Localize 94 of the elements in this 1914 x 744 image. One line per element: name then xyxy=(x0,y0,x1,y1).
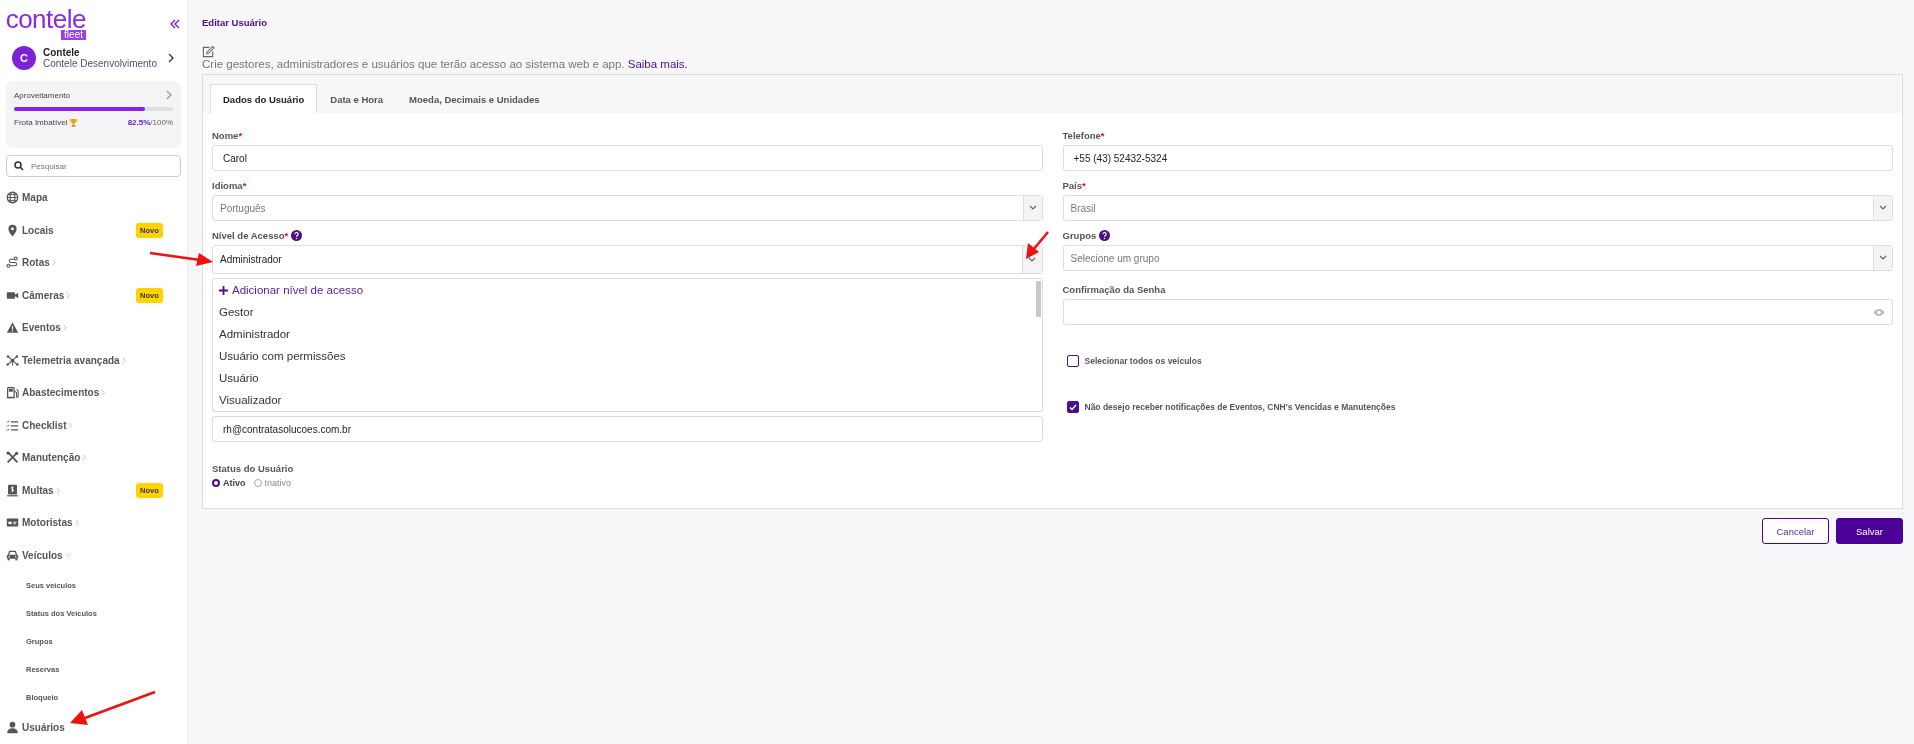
nav-item[interactable]: Abastecimentos xyxy=(22,387,107,399)
learn-more-link[interactable]: Saiba mais. xyxy=(627,58,688,70)
chevron-right-icon xyxy=(82,454,88,462)
page-description: Crie gestores, administradores e usuários que terão acesso ao sistema web e app. Saiba mais. xyxy=(202,58,689,70)
field-label: Status do Usuário xyxy=(212,463,294,474)
chevron-right-icon xyxy=(101,389,107,397)
chevron-down-icon xyxy=(1879,255,1887,261)
annotation-arrow xyxy=(1026,231,1049,259)
chevron-down-icon xyxy=(64,552,72,558)
logo-wordmark: contele xyxy=(5,8,86,30)
nav-item[interactable]: Eventos xyxy=(22,322,68,334)
checkbox[interactable] xyxy=(1066,355,1079,367)
score-title: Aproveitamento xyxy=(14,90,71,100)
field-label: País* xyxy=(1062,180,1086,191)
chevron-right-icon xyxy=(68,421,74,429)
edit-icon xyxy=(202,46,215,58)
nav-item[interactable]: Locais xyxy=(22,224,54,236)
dropdown-option[interactable]: Administrador xyxy=(213,323,1034,345)
field-label: Grupos xyxy=(1062,230,1097,241)
chevron-right-icon xyxy=(121,356,127,364)
nav-item[interactable]: Multas xyxy=(22,484,61,496)
dropdown-option[interactable]: Usuário com permissões xyxy=(213,345,1034,367)
field-label: Confirmação da Senha xyxy=(1062,284,1166,295)
nav-item[interactable]: Rotas xyxy=(22,257,57,269)
chevron-right-icon xyxy=(55,486,61,494)
score-card[interactable]: Aproveitamento Frota Imbatível 82.5%/100% xyxy=(6,81,181,149)
help-icon xyxy=(291,230,303,241)
field-label: Nível de Acesso* xyxy=(212,230,289,241)
cancel-button[interactable]: Cancelar xyxy=(1762,518,1829,544)
field-label: Telefone* xyxy=(1062,130,1105,141)
chevron-right-icon xyxy=(66,291,72,299)
nav-item[interactable]: Telemetria avançada xyxy=(22,354,127,366)
logo-subtitle: fleet xyxy=(61,30,86,40)
nav-item[interactable]: Manutenção xyxy=(22,452,88,464)
password-field[interactable] xyxy=(1062,299,1893,325)
score-value: 82.5%/100% xyxy=(127,118,173,128)
dropdown-option[interactable]: Visualizador xyxy=(213,389,1034,411)
tab[interactable]: Moeda, Decimais e Unidades xyxy=(396,84,553,113)
avatar[interactable]: C xyxy=(12,46,36,71)
tab[interactable]: Data e Hora xyxy=(317,84,397,113)
field-label: Nome* xyxy=(212,130,243,141)
add-option[interactable]: Adicionar nível de acesso xyxy=(213,279,1034,301)
chevron-right-icon xyxy=(62,324,68,332)
document-icon xyxy=(6,483,19,497)
warning-icon xyxy=(6,321,19,335)
page-title: Editar Usuário xyxy=(202,17,268,28)
dropdown-option[interactable]: Usuário xyxy=(213,367,1034,389)
save-button[interactable]: Salvar xyxy=(1836,518,1903,544)
text-field[interactable]: rh@contratasolucoes.com.br xyxy=(212,416,1043,442)
nav-item[interactable]: Checklist xyxy=(22,419,74,431)
chevron-right-icon xyxy=(165,90,173,101)
search-field[interactable]: Pesquisar xyxy=(6,155,181,178)
nav-item[interactable]: Câmeras xyxy=(22,289,72,301)
field-label: Idioma* xyxy=(212,180,247,191)
dropdown-option[interactable]: Gestor xyxy=(213,301,1034,323)
annotation-arrow xyxy=(149,251,213,266)
checkbox-label: Selecionar todos os veículos xyxy=(1084,356,1202,366)
radio-button[interactable] xyxy=(253,479,262,487)
nav-item[interactable]: Usuários xyxy=(22,722,65,734)
map-pin-icon xyxy=(6,223,19,237)
account-name: Contele xyxy=(43,47,81,59)
select-field[interactable]: Administrador xyxy=(212,245,1043,274)
text-field[interactable]: +55 (43) 52432-5324 xyxy=(1062,145,1893,171)
radio-label: Inativo xyxy=(264,478,292,488)
tab[interactable]: Dados do Usuário xyxy=(210,84,318,113)
route-icon xyxy=(6,256,19,270)
help-icon xyxy=(1099,230,1111,241)
text-field[interactable]: Carol xyxy=(212,145,1043,171)
tools-icon xyxy=(6,451,19,465)
chevron-right-icon xyxy=(74,519,80,527)
checkbox[interactable] xyxy=(1066,401,1079,413)
collapse-icon[interactable] xyxy=(169,18,181,30)
nav-item[interactable]: Mapa xyxy=(22,192,48,204)
id-card-icon xyxy=(6,516,19,530)
radio-button[interactable] xyxy=(212,479,220,487)
nav-item[interactable]: Veículos xyxy=(22,549,72,561)
radio-label: Ativo xyxy=(223,478,246,488)
network-icon xyxy=(6,353,19,367)
select-field[interactable]: Selecione um grupo xyxy=(1062,245,1893,271)
account-subtitle: Contele Desenvolvimento xyxy=(43,58,158,70)
score-caption: Frota Imbatível xyxy=(14,118,68,128)
chevron-down-icon xyxy=(1879,205,1887,211)
trophy-icon xyxy=(69,118,79,128)
nav-item[interactable]: Motoristas xyxy=(22,517,80,529)
chevron-down-icon xyxy=(1028,205,1037,211)
chevron-right-icon xyxy=(167,53,175,64)
user-icon xyxy=(6,721,19,735)
fuel-pump-icon xyxy=(6,386,19,400)
chevron-right-icon xyxy=(51,259,57,267)
checkbox-label: Não desejo receber notificações de Eventos, CNH's Vencidas e Manutenções xyxy=(1084,402,1396,412)
car-icon xyxy=(6,548,19,562)
checklist-icon xyxy=(6,418,19,432)
globe-icon xyxy=(6,191,19,205)
plus-icon xyxy=(219,285,228,295)
